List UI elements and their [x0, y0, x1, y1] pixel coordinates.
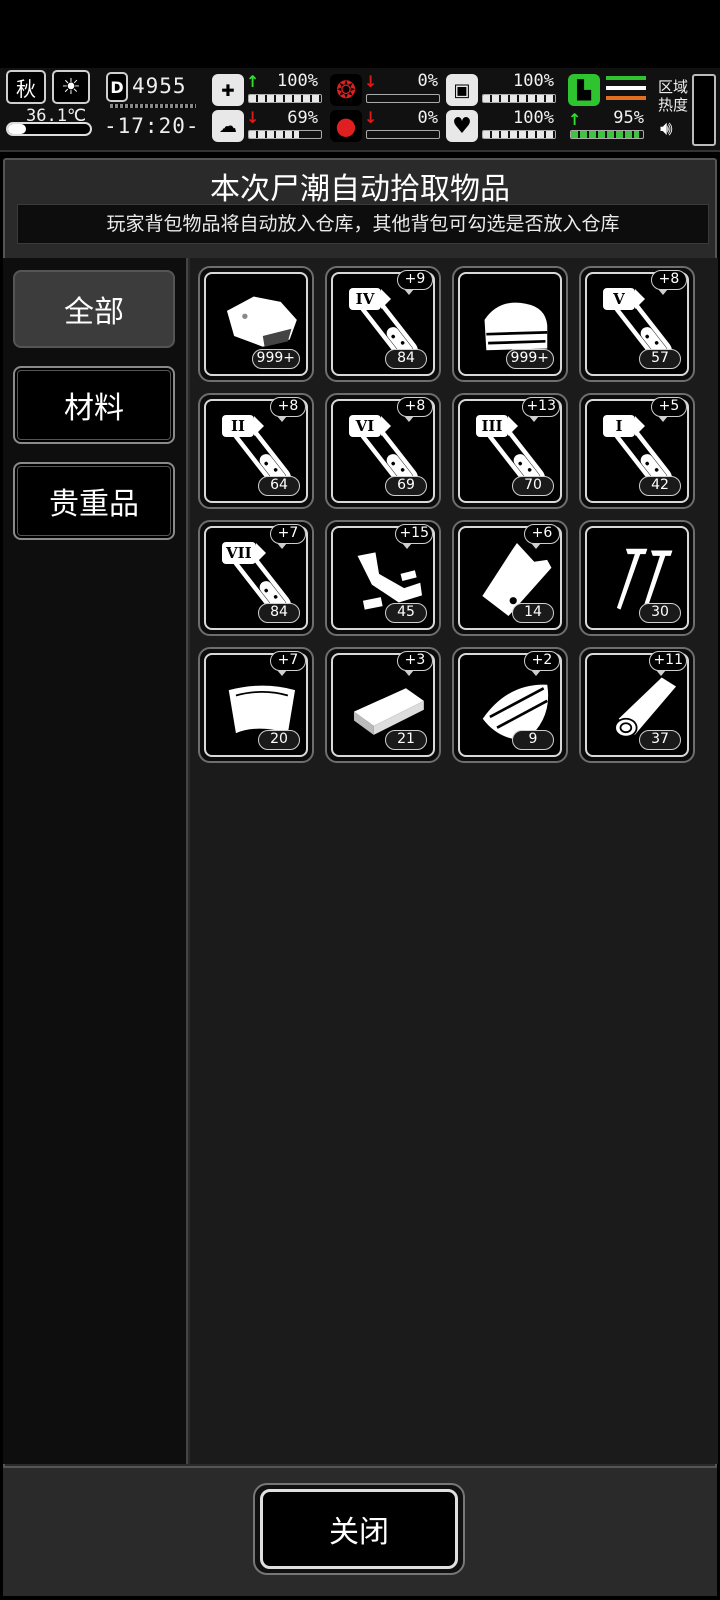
mood-bar: [248, 130, 322, 139]
item-count: 37: [639, 730, 681, 750]
heart-icon: ♥: [446, 110, 478, 142]
sun-icon: ☀: [52, 70, 90, 104]
stamina-bar: [570, 130, 644, 139]
new-count-bubble: +2: [524, 651, 560, 676]
tier-badge: VII: [222, 542, 266, 564]
tier-badge: II: [222, 415, 264, 437]
panel-title: 本次尸潮自动拾取物品: [210, 172, 510, 207]
tab-valuables[interactable]: 贵重品: [13, 462, 175, 540]
tier-badge: VI: [349, 415, 391, 437]
stomach-bar: [366, 94, 440, 103]
item-count: 64: [258, 476, 300, 496]
new-count-bubble: +9: [397, 270, 433, 295]
blood-drop-icon: ●: [330, 110, 362, 142]
thirst-bar: [482, 94, 556, 103]
item-slot[interactable]: VII 84 +7: [198, 520, 314, 636]
item-slot[interactable]: 14 +6: [452, 520, 568, 636]
tier-badge: I: [603, 415, 645, 437]
category-sidebar: 全部 材料 贵重品: [3, 258, 188, 1464]
item-count: 20: [258, 730, 300, 750]
item-slot[interactable]: 999+: [452, 266, 568, 382]
tab-materials[interactable]: 材料: [13, 366, 175, 444]
stomach-value: 0%: [417, 71, 438, 91]
new-count-bubble: +3: [397, 651, 433, 676]
item-slot[interactable]: I 42 +5: [579, 393, 695, 509]
new-count-bubble: +7: [270, 524, 306, 549]
item-count: 45: [385, 603, 427, 623]
item-slot[interactable]: III 70 +13: [452, 393, 568, 509]
new-count-bubble: +11: [649, 651, 687, 676]
status-hud: 秋 ☀ 36.1℃ D 4955 -17:20- ✚ ↑ 100% ☁ ↓ 69…: [0, 68, 720, 152]
stomach-icon: ❂: [330, 74, 362, 106]
close-button[interactable]: 关闭: [253, 1483, 465, 1575]
close-button-label: 关闭: [260, 1489, 458, 1569]
stamina-value: 95%: [613, 108, 644, 128]
new-count-bubble: +8: [397, 397, 433, 422]
item-slot[interactable]: V 57 +8: [579, 266, 695, 382]
thirst-value: 100%: [513, 71, 554, 91]
item-count: 42: [639, 476, 681, 496]
item-count: 21: [385, 730, 427, 750]
water-icon: ▣: [446, 74, 478, 106]
tier-badge: V: [603, 288, 645, 310]
day-progress: [110, 104, 196, 108]
item-slot[interactable]: 30: [579, 520, 695, 636]
day-count: 4955: [132, 74, 187, 98]
item-count: 70: [512, 476, 554, 496]
item-slot[interactable]: IV 84 +9: [325, 266, 441, 382]
item-slot[interactable]: 45 +15: [325, 520, 441, 636]
new-count-bubble: +8: [651, 270, 687, 295]
heart-bar: [482, 130, 556, 139]
health-value: 100%: [277, 71, 318, 91]
region-heat-label: 区域 热度: [658, 78, 689, 114]
tier-badge: IV: [349, 288, 391, 310]
day-icon: D: [106, 72, 128, 102]
item-count: 999+: [505, 349, 554, 369]
temperature-value: 36.1℃: [26, 106, 87, 126]
health-bar: [248, 94, 322, 103]
heart-value: 100%: [513, 108, 554, 128]
item-count: 9: [512, 730, 554, 750]
item-count: 30: [639, 603, 681, 623]
tier-badge: III: [476, 415, 518, 437]
tab-all[interactable]: 全部: [13, 270, 175, 348]
item-slot[interactable]: 999+: [198, 266, 314, 382]
item-slot[interactable]: 20 +7: [198, 647, 314, 763]
item-count: 999+: [251, 349, 300, 369]
new-count-bubble: +7: [270, 651, 306, 676]
mood-value: 69%: [287, 108, 318, 128]
speaker-icon[interactable]: 🔊︎: [660, 116, 673, 140]
item-slot[interactable]: 9 +2: [452, 647, 568, 763]
season-label: 秋: [16, 76, 36, 101]
item-frame: 999+: [204, 272, 308, 376]
panel-subtitle: 玩家背包物品将自动放入仓库，其他背包可勾选是否放入仓库: [17, 204, 709, 244]
region-heat-meter: [692, 74, 716, 146]
item-count: 84: [258, 603, 300, 623]
boot-icon: ▙: [568, 74, 600, 106]
brain-icon: ☁: [212, 110, 244, 142]
new-count-bubble: +5: [651, 397, 687, 422]
blood-bar: [366, 130, 440, 139]
item-count: 84: [385, 349, 427, 369]
item-slot[interactable]: VI 69 +8: [325, 393, 441, 509]
item-count: 57: [639, 349, 681, 369]
item-grid: 999+ IV 84 +9 999+ V 57 +8 II 64 +8 VI 69 +8 III 70 +13 I…: [190, 258, 718, 1464]
item-slot[interactable]: 37 +11: [579, 647, 695, 763]
blood-value: 0%: [417, 108, 438, 128]
medkit-icon: ✚: [212, 74, 244, 106]
item-slot[interactable]: 21 +3: [325, 647, 441, 763]
item-count: 14: [512, 603, 554, 623]
item-slot[interactable]: II 64 +8: [198, 393, 314, 509]
new-count-bubble: +8: [270, 397, 306, 422]
item-frame: 30: [585, 526, 689, 630]
new-count-bubble: +13: [522, 397, 560, 422]
item-count: 69: [385, 476, 427, 496]
season-badge: 秋: [6, 70, 46, 104]
clock: -17:20-: [104, 114, 200, 138]
new-count-bubble: +6: [524, 524, 560, 549]
stamina-lines: [606, 76, 646, 104]
item-frame: 999+: [458, 272, 562, 376]
new-count-bubble: +15: [395, 524, 433, 549]
